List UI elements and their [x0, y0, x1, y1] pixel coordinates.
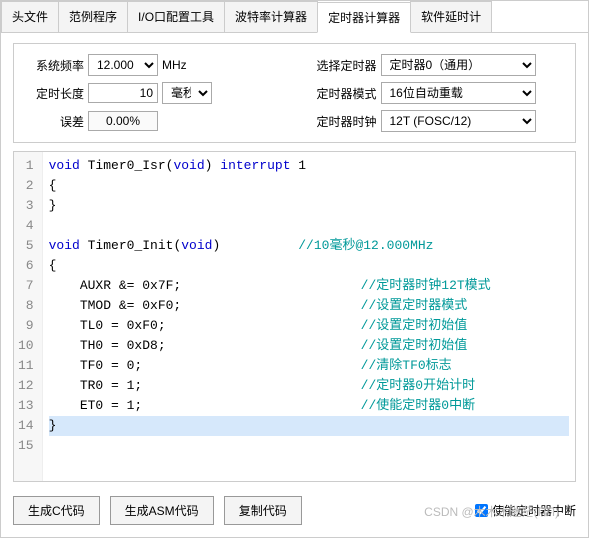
line-gutter: 123456789101112131415	[14, 152, 43, 481]
tab-example[interactable]: 范例程序	[58, 1, 128, 32]
code-body[interactable]: void Timer0_Isr(void) interrupt 1{} void…	[43, 152, 575, 481]
tab-bar: 头文件 范例程序 I/O口配置工具 波特率计算器 定时器计算器 软件延时计	[1, 1, 588, 33]
err-label: 误差	[24, 113, 84, 130]
len-input[interactable]	[88, 83, 158, 103]
tab-io[interactable]: I/O口配置工具	[127, 1, 225, 32]
len-unit-select[interactable]: 毫秒	[162, 82, 212, 104]
gen-asm-button[interactable]: 生成ASM代码	[110, 496, 214, 525]
freq-unit: MHz	[162, 58, 187, 72]
app-window: 头文件 范例程序 I/O口配置工具 波特率计算器 定时器计算器 软件延时计 系统…	[0, 0, 589, 538]
clock-label: 定时器时钟	[305, 113, 377, 130]
freq-select[interactable]: 12.000	[88, 54, 158, 76]
enable-int-checkbox[interactable]: 使能定时器中断	[475, 502, 576, 519]
err-output	[88, 111, 158, 131]
code-editor[interactable]: 123456789101112131415 void Timer0_Isr(vo…	[13, 151, 576, 482]
gen-c-button[interactable]: 生成C代码	[13, 496, 100, 525]
enable-int-label: 使能定时器中断	[492, 502, 576, 519]
mode-label: 定时器模式	[305, 85, 377, 102]
tab-baud[interactable]: 波特率计算器	[224, 1, 318, 32]
tab-delay[interactable]: 软件延时计	[410, 1, 492, 32]
sel-timer-select[interactable]: 定时器0（通用）	[381, 54, 536, 76]
sel-timer-label: 选择定时器	[305, 57, 377, 74]
bottom-toolbar: 生成C代码 生成ASM代码 复制代码 使能定时器中断	[13, 490, 576, 527]
settings-panel: 系统频率 12.000 MHz 选择定时器 定时器0（通用） 定时长度 毫秒 定…	[13, 43, 576, 143]
mode-select[interactable]: 16位自动重载	[381, 82, 536, 104]
content-area: 系统频率 12.000 MHz 选择定时器 定时器0（通用） 定时长度 毫秒 定…	[1, 33, 588, 537]
clock-select[interactable]: 12T (FOSC/12)	[381, 110, 536, 132]
freq-label: 系统频率	[24, 57, 84, 74]
enable-int-input[interactable]	[475, 504, 488, 517]
tab-timer[interactable]: 定时器计算器	[317, 2, 411, 33]
tab-header[interactable]: 头文件	[1, 1, 59, 32]
len-label: 定时长度	[24, 85, 84, 102]
copy-button[interactable]: 复制代码	[224, 496, 302, 525]
